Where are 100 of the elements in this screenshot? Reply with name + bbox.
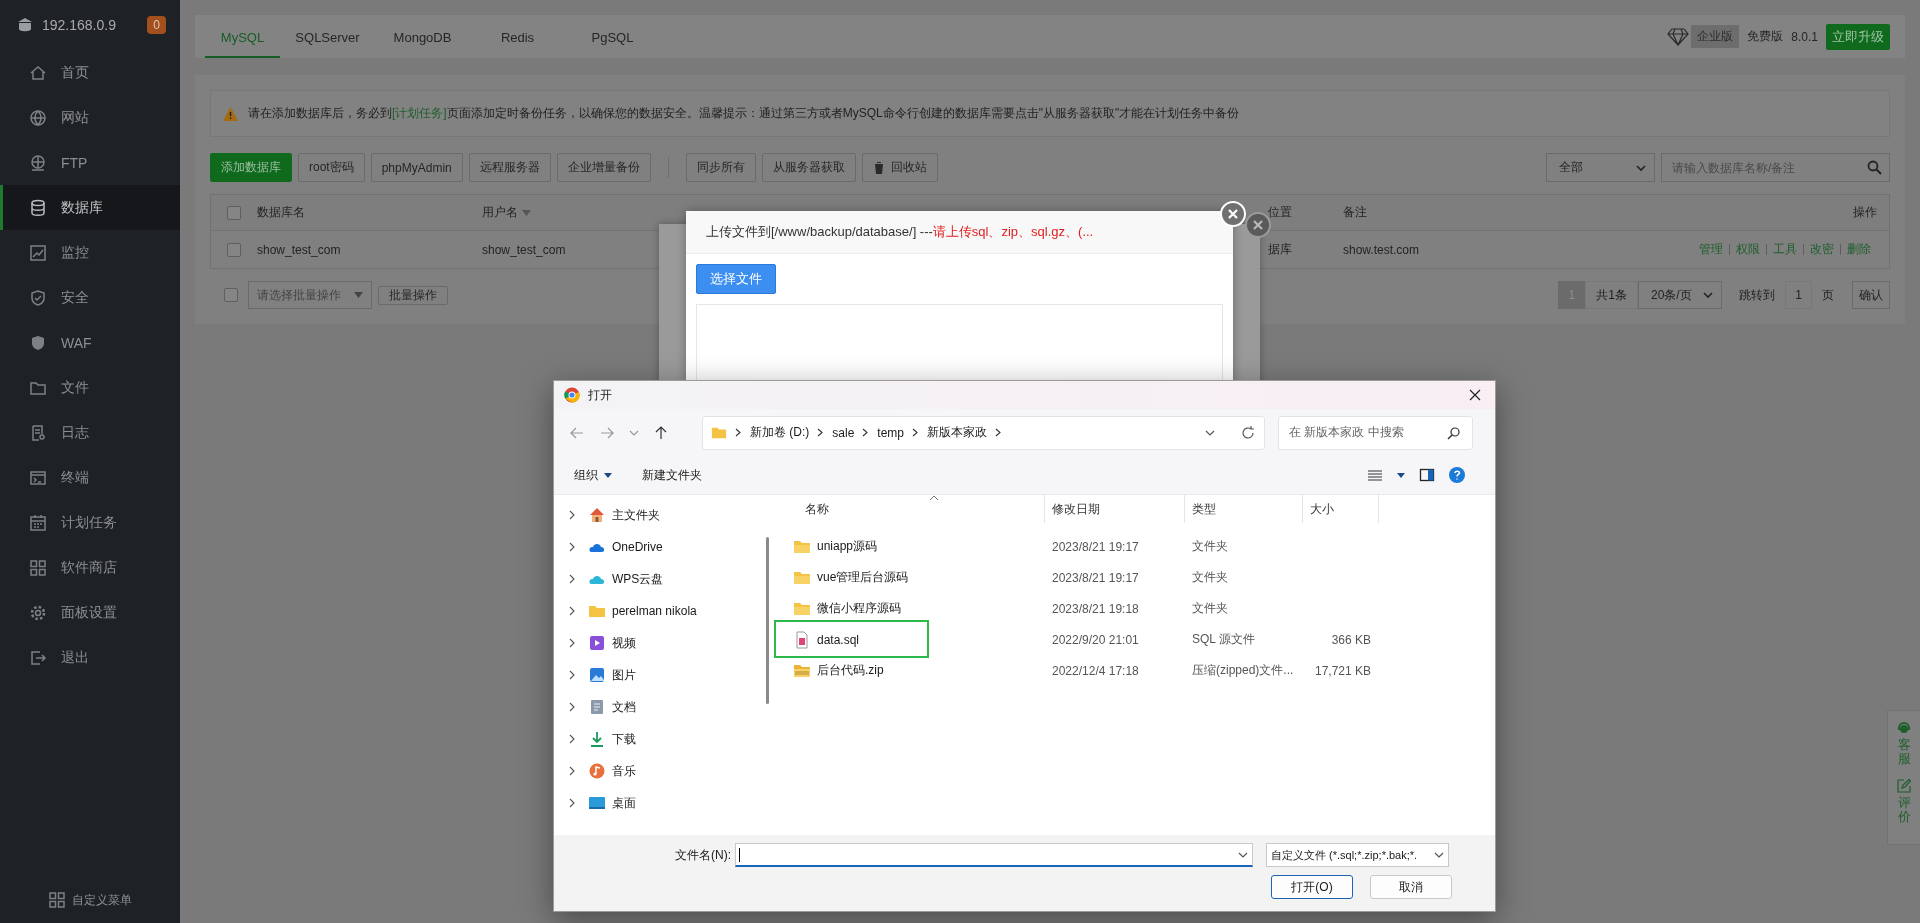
preview-pane-icon[interactable] bbox=[1419, 467, 1435, 483]
sidebar-item[interactable]: 数据库 bbox=[0, 185, 180, 230]
column-header[interactable]: 大小 bbox=[1310, 500, 1334, 518]
address-bar[interactable]: 新加卷 (D:) sale temp 新版本家政 bbox=[702, 415, 1265, 450]
path-segment[interactable]: sale bbox=[832, 425, 855, 440]
confirm-button[interactable]: 确认 bbox=[1852, 281, 1890, 309]
trash-icon bbox=[872, 161, 885, 174]
chevron-right-icon bbox=[568, 766, 576, 776]
search-field[interactable]: 在 新版本家政 中搜索 bbox=[1278, 415, 1473, 450]
page-size-select[interactable]: 20条/页 bbox=[1638, 281, 1722, 309]
sidebar-item[interactable]: 软件商店 bbox=[0, 545, 180, 590]
filter-select[interactable]: 全部 bbox=[1546, 153, 1655, 182]
row-checkbox[interactable] bbox=[227, 242, 241, 257]
file-name[interactable]: uniapp源码 bbox=[817, 538, 878, 555]
house-icon bbox=[588, 506, 606, 524]
file-type-select[interactable]: 自定义文件 (*.sql;*.zip;*.bak;*. bbox=[1266, 843, 1449, 867]
sidebar-item[interactable]: 安全 bbox=[0, 275, 180, 320]
file-date: 2022/12/4 17:18 bbox=[1051, 663, 1140, 678]
sort-caret-icon[interactable] bbox=[522, 209, 531, 216]
chevron-right-icon bbox=[568, 638, 576, 648]
sidebar-item[interactable]: WAF bbox=[0, 320, 180, 365]
cancel-button[interactable]: 取消 bbox=[1370, 875, 1452, 899]
choose-file-button[interactable]: 选择文件 bbox=[696, 264, 776, 294]
page-input[interactable]: 1 bbox=[1785, 281, 1812, 309]
sidebar-item[interactable]: 计划任务 bbox=[0, 500, 180, 545]
file-size: 17,721 KB bbox=[1314, 663, 1372, 678]
custom-menu-button[interactable]: 自定义菜单 bbox=[44, 889, 136, 911]
chevron-right-icon bbox=[568, 574, 576, 584]
chevron-right-icon bbox=[912, 428, 920, 437]
path-segment[interactable]: 新版本家政 bbox=[927, 424, 988, 441]
file-name[interactable]: data.sql bbox=[817, 632, 860, 647]
sidebar-item[interactable]: FTP bbox=[0, 140, 180, 185]
toolbar-button[interactable]: 企业增量备份 bbox=[556, 153, 651, 182]
help-icon[interactable] bbox=[1449, 467, 1465, 483]
chevron-down-icon bbox=[1703, 291, 1713, 299]
path-segment[interactable]: 新加卷 (D:) bbox=[750, 424, 810, 441]
column-header[interactable]: 类型 bbox=[1192, 500, 1216, 518]
database-tab[interactable]: PgSQL bbox=[565, 15, 660, 58]
sidebar-item[interactable]: 面板设置 bbox=[0, 590, 180, 635]
file-date: 2023/8/21 19:18 bbox=[1051, 601, 1140, 616]
search-icon[interactable] bbox=[1867, 160, 1882, 175]
navigation-item[interactable]: 主文件夹 bbox=[554, 499, 763, 531]
navigation-item[interactable]: WPS云盘 bbox=[554, 563, 763, 595]
navigation-item[interactable]: 图片 bbox=[554, 659, 763, 691]
file-name[interactable]: 后台代码.zip bbox=[817, 662, 884, 679]
column-header[interactable]: 名称 bbox=[805, 500, 829, 518]
video-icon bbox=[588, 634, 606, 652]
sidebar-item[interactable]: 首页 bbox=[0, 50, 180, 95]
toolbar-button[interactable]: 同步所有 bbox=[685, 153, 756, 182]
new-folder-button[interactable]: 新建文件夹 bbox=[638, 464, 706, 486]
total-count: 共1条 bbox=[1585, 281, 1638, 309]
column-header: 位置 bbox=[1268, 204, 1292, 221]
toolbar-button[interactable]: phpMyAdmin bbox=[370, 153, 463, 182]
logout-icon bbox=[29, 648, 47, 667]
desktop-icon bbox=[588, 794, 606, 812]
toolbar-button[interactable]: 回收站 bbox=[861, 153, 938, 182]
edition-badge: 企业版 bbox=[1691, 25, 1740, 48]
list-view-icon[interactable] bbox=[1367, 467, 1383, 483]
sidebar-item[interactable]: 退出 bbox=[0, 635, 180, 680]
scrollbar[interactable] bbox=[766, 537, 769, 704]
sidebar-item[interactable]: 网站 bbox=[0, 95, 180, 140]
chevron-right-icon bbox=[568, 734, 576, 744]
navigation-item[interactable]: 视频 bbox=[554, 627, 763, 659]
path-segment[interactable]: temp bbox=[877, 425, 905, 440]
chevron-right-icon bbox=[568, 798, 576, 808]
open-button[interactable]: 打开(O) bbox=[1271, 875, 1353, 899]
file-name[interactable]: 微信小程序源码 bbox=[817, 600, 901, 617]
select-all-checkbox[interactable] bbox=[227, 205, 241, 220]
file-date: 2023/8/21 19:17 bbox=[1051, 539, 1140, 554]
organize-menu[interactable]: 组织 bbox=[570, 464, 616, 486]
toolbar-button[interactable]: root密码 bbox=[298, 153, 365, 182]
file-name[interactable]: vue管理后台源码 bbox=[817, 569, 909, 586]
navigation-item[interactable]: 下载 bbox=[554, 723, 763, 755]
download-icon bbox=[588, 730, 606, 748]
filename-field[interactable] bbox=[735, 843, 1253, 867]
sidebar-item[interactable]: 监控 bbox=[0, 230, 180, 275]
navigation-item[interactable]: OneDrive bbox=[554, 531, 763, 563]
navigation-item[interactable]: 桌面 bbox=[554, 787, 763, 819]
toolbar-button[interactable]: 从服务器获取 bbox=[761, 153, 856, 182]
sidebar-item[interactable]: 终端 bbox=[0, 455, 180, 500]
database-tab[interactable]: MongoDB bbox=[375, 15, 470, 58]
column-header[interactable]: 修改日期 bbox=[1052, 500, 1100, 518]
navigation-item[interactable]: 音乐 bbox=[554, 755, 763, 787]
batch-button[interactable]: 批量操作 bbox=[378, 285, 448, 305]
database-tab[interactable]: SQLServer bbox=[280, 15, 375, 58]
database-tab[interactable]: Redis bbox=[470, 15, 565, 58]
add-database-button[interactable]: 添加数据库 bbox=[210, 153, 292, 182]
sidebar-item[interactable]: 日志 bbox=[0, 410, 180, 455]
up-arrow-icon[interactable] bbox=[653, 424, 669, 441]
batch-checkbox[interactable] bbox=[224, 288, 238, 302]
upgrade-button[interactable]: 立即升级 bbox=[1826, 23, 1890, 50]
calendar-icon bbox=[29, 513, 47, 532]
navigation-item[interactable]: 文档 bbox=[554, 691, 763, 723]
navigation-item[interactable]: perelman nikola bbox=[554, 595, 763, 627]
toolbar-button[interactable]: 远程服务器 bbox=[468, 153, 551, 182]
caret-icon[interactable] bbox=[1397, 472, 1405, 478]
grid-icon bbox=[29, 558, 47, 577]
refresh-icon[interactable] bbox=[1240, 424, 1256, 441]
sidebar-item[interactable]: 文件 bbox=[0, 365, 180, 410]
table-cell: show.test.com bbox=[1343, 242, 1420, 257]
